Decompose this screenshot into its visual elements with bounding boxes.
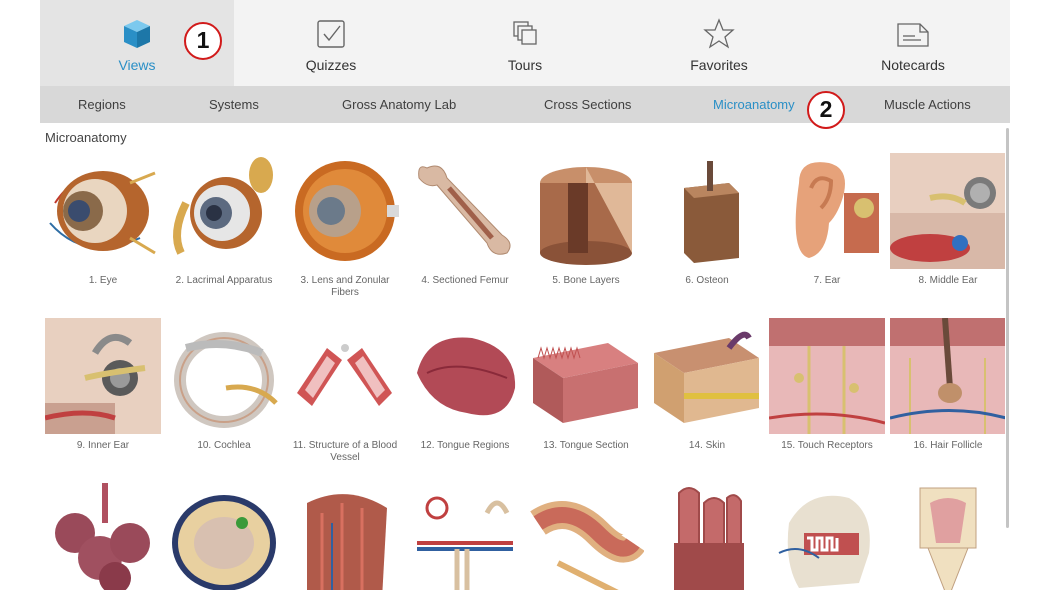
thumbnail-image (890, 153, 1005, 269)
thumbnail-image (649, 153, 765, 269)
grid-item-11[interactable]: 11. Structure of a Blood Vessel (287, 318, 403, 464)
thumbnail-image (166, 153, 282, 269)
subnav-gross-anatomy-lab[interactable]: Gross Anatomy Lab (342, 86, 456, 123)
subnav-regions[interactable]: Regions (78, 86, 126, 123)
thumbnail-caption: 9. Inner Ear (76, 440, 130, 451)
thumbnail-grid: 1. Eye 2. Lacrimal Apparatus 3. Lens and Z… (45, 153, 1005, 590)
grid-item-7[interactable]: 7. Ear (769, 153, 885, 287)
tab-tours[interactable]: Tours (428, 0, 622, 86)
subnav-bar: Regions Systems Gross Anatomy Lab Cross … (40, 86, 1010, 123)
thumbnail-caption: 3. Lens and Zonular Fibers (300, 275, 390, 298)
thumbnail-image (769, 153, 885, 269)
thumbnail-image (287, 483, 403, 590)
thumbnail-caption: 6. Osteon (685, 275, 729, 286)
thumbnail-image (287, 318, 403, 434)
thumbnail-caption: 1. Eye (88, 275, 118, 286)
thumbnail-image (769, 318, 885, 434)
thumbnail-image (166, 483, 282, 590)
tab-label: Favorites (690, 57, 748, 73)
tab-label: Tours (507, 57, 543, 73)
grid-item-5[interactable]: 5. Bone Layers (528, 153, 644, 287)
thumbnail-image (769, 483, 885, 590)
subnav-cross-sections[interactable]: Cross Sections (544, 86, 631, 123)
thumbnail-caption: 7. Ear (813, 275, 841, 286)
grid-item-4[interactable]: 4. Sectioned Femur (407, 153, 523, 287)
thumbnail-caption: 14. Skin (688, 440, 726, 451)
thumbnail-image (649, 483, 765, 590)
thumbnail-image (649, 318, 765, 434)
thumbnail-caption: 10. Cochlea (197, 440, 251, 451)
grid-item-10[interactable]: 10. Cochlea (166, 318, 282, 452)
subnav-systems[interactable]: Systems (209, 86, 259, 123)
grid-item-20[interactable] (407, 483, 523, 590)
thumbnail-caption: 11. Structure of a Blood Vessel (292, 440, 398, 463)
thumbnail-image (407, 153, 523, 269)
tab-label: Quizzes (305, 57, 357, 73)
tab-quizzes[interactable]: Quizzes (234, 0, 428, 86)
app-window: Views Quizzes Tours Favorites Notecards … (40, 0, 1010, 590)
stacked-pages-icon (513, 21, 537, 45)
grid-item-15[interactable]: 15. Touch Receptors (769, 318, 885, 452)
thumbnail-image (890, 483, 1005, 590)
grid-item-3[interactable]: 3. Lens and Zonular Fibers (287, 153, 403, 299)
tab-notecards[interactable]: Notecards (816, 0, 1010, 86)
star-icon (703, 18, 735, 49)
thumbnail-image (45, 483, 161, 590)
thumbnail-image (45, 318, 161, 434)
grid-item-2[interactable]: 2. Lacrimal Apparatus (166, 153, 282, 287)
annotation-marker-1: 1 (184, 22, 222, 60)
thumbnail-image (166, 318, 282, 434)
thumbnail-image (407, 483, 523, 590)
grid-item-1[interactable]: 1. Eye (45, 153, 161, 287)
scrollbar[interactable] (1006, 128, 1009, 528)
grid-item-23[interactable] (769, 483, 885, 590)
grid-item-13[interactable]: 13. Tongue Section (528, 318, 644, 452)
grid-item-12[interactable]: 12. Tongue Regions (407, 318, 523, 452)
thumbnail-caption: 15. Touch Receptors (781, 440, 873, 451)
thumbnail-image (890, 318, 1005, 434)
thumbnail-image (45, 153, 161, 269)
thumbnail-caption: 13. Tongue Section (543, 440, 629, 451)
notecard-icon (897, 23, 929, 47)
tab-label: Notecards (881, 57, 945, 73)
section-title: Microanatomy (45, 130, 127, 145)
grid-item-6[interactable]: 6. Osteon (649, 153, 765, 287)
thumbnail-image (528, 153, 644, 269)
thumbnail-image (528, 318, 644, 434)
grid-item-9[interactable]: 9. Inner Ear (45, 318, 161, 452)
grid-item-16[interactable]: 16. Hair Follicle (890, 318, 1005, 452)
thumbnail-caption: 2. Lacrimal Apparatus (175, 275, 273, 286)
grid-item-21[interactable] (528, 483, 644, 590)
grid-item-19[interactable] (287, 483, 403, 590)
thumbnail-caption: 12. Tongue Regions (420, 440, 510, 451)
tab-favorites[interactable]: Favorites (622, 0, 816, 86)
grid-item-22[interactable] (649, 483, 765, 590)
thumbnail-caption: 4. Sectioned Femur (421, 275, 509, 286)
annotation-marker-2: 2 (807, 91, 845, 129)
thumbnail-caption: 8. Middle Ear (918, 275, 978, 286)
checkbox-icon (317, 20, 345, 48)
thumbnail-image (528, 483, 644, 590)
thumbnail-image (407, 318, 523, 434)
grid-item-18[interactable] (166, 483, 282, 590)
grid-item-17[interactable] (45, 483, 161, 590)
grid-item-24[interactable] (890, 483, 1005, 590)
thumbnail-caption: 16. Hair Follicle (913, 440, 983, 451)
thumbnail-image (287, 153, 403, 269)
subnav-muscle-actions[interactable]: Muscle Actions (884, 86, 971, 123)
grid-item-14[interactable]: 14. Skin (649, 318, 765, 452)
subnav-microanatomy[interactable]: Microanatomy (713, 86, 795, 123)
thumbnail-caption: 5. Bone Layers (552, 275, 620, 286)
cube-icon (124, 20, 150, 48)
grid-item-8[interactable]: 8. Middle Ear (890, 153, 1005, 287)
